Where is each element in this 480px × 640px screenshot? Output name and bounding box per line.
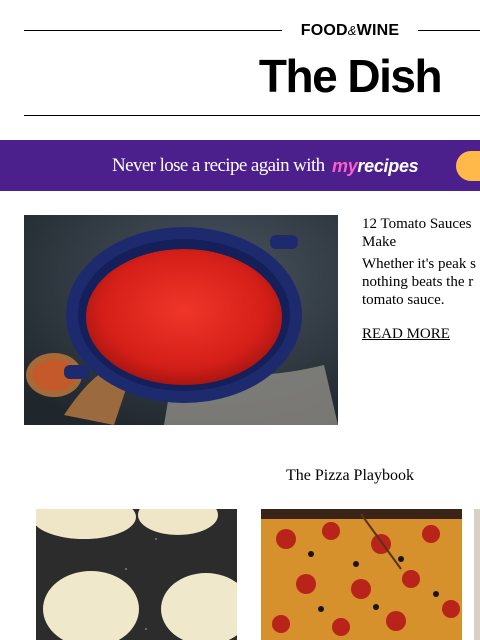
header-divider bbox=[24, 115, 480, 116]
brand-ampersand: & bbox=[347, 23, 357, 38]
myrecipes-promo-banner[interactable]: Never lose a recipe again with myrecipes bbox=[0, 140, 480, 191]
pizza-dough-photo bbox=[36, 509, 237, 640]
myrecipes-logo-my: my bbox=[332, 156, 358, 176]
pepperoni-pizza-photo bbox=[261, 509, 462, 640]
food-and-wine-logo[interactable]: FOOD&WINE bbox=[292, 21, 408, 41]
myrecipes-logo: myrecipes bbox=[332, 154, 419, 178]
section-title: The Pizza Playbook bbox=[286, 467, 414, 484]
third-pizza-image[interactable] bbox=[474, 509, 480, 640]
article-description: Whether it's peak s nothing beats the r … bbox=[362, 256, 476, 308]
newsletter-title: The Dish bbox=[258, 50, 443, 102]
tomato-sauce-photo bbox=[24, 215, 338, 425]
header-rule-left bbox=[24, 30, 282, 31]
header-rule-right bbox=[418, 30, 480, 31]
read-more-link[interactable]: READ MORE bbox=[362, 325, 450, 343]
article-title[interactable]: 12 Tomato Sauces Make bbox=[362, 215, 480, 251]
myrecipes-logo-recipes: recipes bbox=[357, 156, 419, 176]
pizza-dough-image[interactable] bbox=[36, 509, 237, 640]
brand-wine: WINE bbox=[356, 22, 400, 39]
banner-cta-button[interactable] bbox=[456, 151, 480, 181]
brand-food: FOOD bbox=[300, 22, 348, 39]
pepperoni-pizza-image[interactable] bbox=[261, 509, 462, 640]
tomato-sauce-image[interactable] bbox=[24, 215, 338, 425]
banner-text: Never lose a recipe again with bbox=[112, 155, 325, 176]
